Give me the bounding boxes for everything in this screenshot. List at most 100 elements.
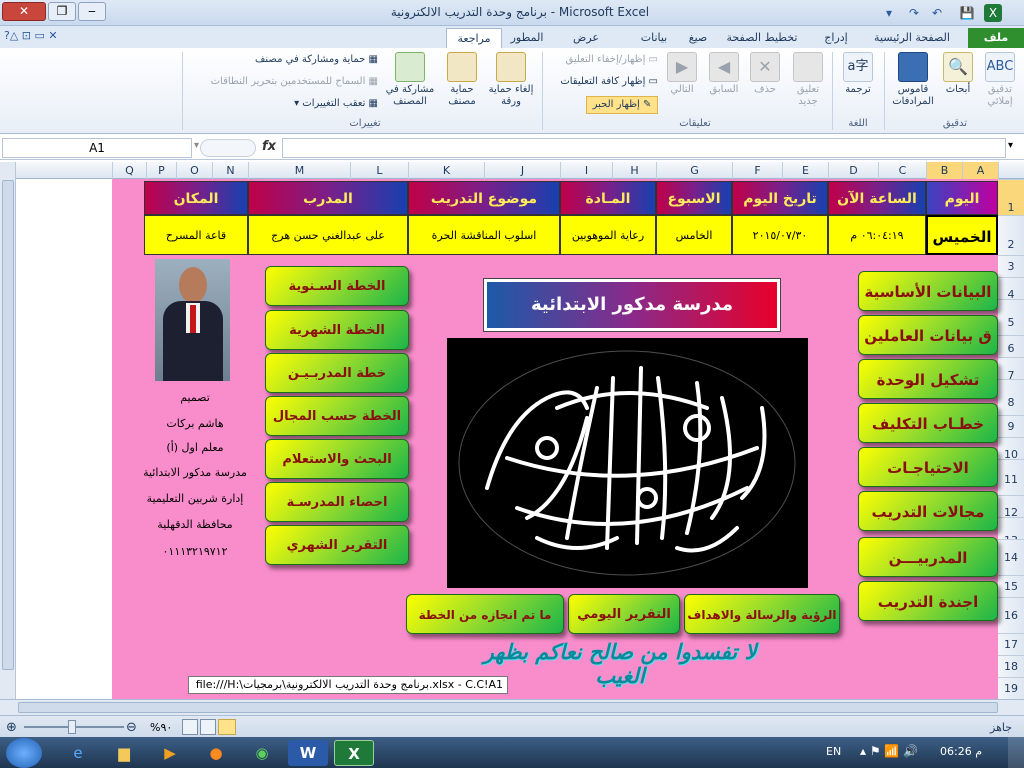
column-header-o[interactable]: O [176,162,212,179]
header-topic[interactable]: موضوع التدريب [408,181,560,215]
value-topic[interactable]: اسلوب المناقشة الحرة [408,215,560,255]
column-header-i[interactable]: I [560,162,612,179]
row-header-17[interactable]: 17 [998,633,1024,655]
value-time-now[interactable]: ٠٦:٠٤:١٩ م [828,215,926,255]
tab-formulas[interactable]: صيغ [678,28,718,48]
restore-window-button[interactable]: ❐ [48,2,76,21]
header-week[interactable]: الاسبوع [656,181,732,215]
column-header-a[interactable]: A [962,162,998,179]
value-week[interactable]: الخامس [656,215,732,255]
column-header-l[interactable]: L [350,162,408,179]
tray-icons[interactable]: ▴ ⚑ 📶 🔊 [860,744,918,758]
search-query-button[interactable]: البحث والاستعلام [265,439,409,479]
row-header-6[interactable]: 6 [998,335,1024,357]
row-header-15[interactable]: 15 [998,575,1024,597]
page-layout-view-icon[interactable] [200,719,216,735]
track-changes-button[interactable]: ▾ تعقب التغييرات ▦ [240,98,378,110]
media-player-icon[interactable]: ▶ [150,740,190,766]
column-header-f[interactable]: F [732,162,782,179]
column-header-k[interactable]: K [408,162,484,179]
undo-icon[interactable]: ↶ [928,4,946,22]
annual-plan-button[interactable]: الخطة السـنوية [265,266,409,306]
header-date[interactable]: تاريخ اليوم [732,181,828,215]
column-header-h[interactable]: H [612,162,656,179]
protect-workbook-button[interactable]: حماية مصنف [440,52,484,108]
basic-data-button[interactable]: البيانات الأساسية [858,271,998,311]
expand-formula-icon[interactable]: ▾ [1008,140,1013,151]
row-header-10[interactable]: 10 [998,437,1024,461]
show-all-comments-button[interactable]: إظهار كافة التعليقات ▭ [546,76,658,88]
share-workbook-button[interactable]: مشاركة في المصنف [382,52,438,108]
vertical-scroll-thumb[interactable] [2,180,14,670]
close-window-button[interactable]: ✕ [2,2,46,21]
start-button[interactable] [6,738,42,768]
research-button[interactable]: 🔍 أبحاث [940,52,976,96]
formula-input[interactable] [282,138,1006,158]
row-header-4[interactable]: 4 [998,277,1024,301]
row-header-12[interactable]: 12 [998,495,1024,519]
staff-data-button[interactable]: ق بيانات العاملين [858,315,998,355]
header-place[interactable]: المكان [144,181,248,215]
page-break-view-icon[interactable] [182,719,198,735]
protect-share-button[interactable]: حماية ومشاركة في مصنف ▦ [186,54,378,66]
customize-qat-icon[interactable]: ▾ [880,4,898,22]
column-header-d[interactable]: D [828,162,878,179]
normal-view-icon[interactable] [218,719,236,735]
value-day[interactable]: الخميس [926,215,998,255]
chrome-icon[interactable]: ◉ [242,740,282,766]
column-header-g[interactable]: G [656,162,732,179]
trainers-plan-button[interactable]: خطة المدربـيـن [265,353,409,393]
file-explorer-icon[interactable]: ▆ [104,740,144,766]
plan-by-field-button[interactable]: الخطة حسب المجال [265,396,409,436]
header-subject[interactable]: المـادة [560,181,656,215]
value-subject[interactable]: رعاية الموهوبين [560,215,656,255]
value-trainer[interactable]: على عبدالغني حسن هرج [248,215,408,255]
row-header-19[interactable]: 19 [998,677,1024,699]
zoom-level[interactable]: %٩٠ [150,721,172,734]
tab-view[interactable]: عرض [566,28,606,48]
save-icon[interactable]: 💾 [958,4,976,22]
excel-taskbar-icon[interactable]: X [334,740,374,766]
training-fields-button[interactable]: مجالات التدريب [858,491,998,531]
zoom-in-icon[interactable]: ⊕ [6,720,17,735]
clock[interactable]: 06:26 م [940,745,982,758]
next-comment-button[interactable]: ▶ التالي [662,52,702,96]
value-place[interactable]: قاعة المسرح [144,215,248,255]
firefox-icon[interactable]: ● [196,740,236,766]
previous-comment-button[interactable]: ◀ السابق [704,52,744,96]
show-hide-comment-button[interactable]: إظهار/إخفاء التعليق ▭ [546,54,658,66]
value-date[interactable]: ٢٠١٥/٠٧/٣٠ [732,215,828,255]
school-statistics-button[interactable]: احصاء المدرسـة [265,482,409,522]
zoom-slider-thumb[interactable] [68,720,76,734]
horizontal-scrollbar[interactable] [0,699,1024,715]
tab-page-layout[interactable]: تخطيط الصفحة [720,28,804,48]
monthly-plan-button[interactable]: الخطة الشهرية [265,310,409,350]
row-header-18[interactable]: 18 [998,655,1024,677]
column-header-j[interactable]: J [484,162,560,179]
new-comment-button[interactable]: تعليق جديد [786,52,830,108]
insert-function-icon[interactable]: fx [262,139,276,154]
tab-developer[interactable]: المطور [506,28,548,48]
select-all-corner[interactable] [998,162,1024,179]
vision-mission-button[interactable]: الرؤية والرسالة والاهداف [684,594,840,634]
name-box[interactable]: A1 [2,138,192,158]
row-header-7[interactable]: 7 [998,357,1024,382]
row-header-3[interactable]: 3 [998,255,1024,277]
column-header-q[interactable]: Q [112,162,146,179]
row-header-1[interactable]: 1 [998,179,1024,215]
thesaurus-button[interactable]: قاموس المرادفات [888,52,938,108]
row-header-11[interactable]: 11 [998,459,1024,495]
zoom-out-icon[interactable]: ⊖ [126,720,137,735]
column-header-b[interactable]: B [926,162,962,179]
language-indicator[interactable]: EN [826,745,841,758]
column-header-n[interactable]: N [212,162,248,179]
trainers-button[interactable]: المدربيـــن [858,537,998,577]
row-header-14[interactable]: 14 [998,539,1024,575]
translate-button[interactable]: a字 ترجمة [836,52,880,96]
spelling-button[interactable]: ABC تدقيق إملائي [978,52,1022,108]
assignment-letter-button[interactable]: خطـاب التكليف [858,403,998,443]
header-time-now[interactable]: الساعة الآن [828,181,926,215]
delete-comment-button[interactable]: ✕ حذف [746,52,784,96]
column-header-m[interactable]: M [248,162,350,179]
monthly-report-button[interactable]: التقرير الشهري [265,525,409,565]
